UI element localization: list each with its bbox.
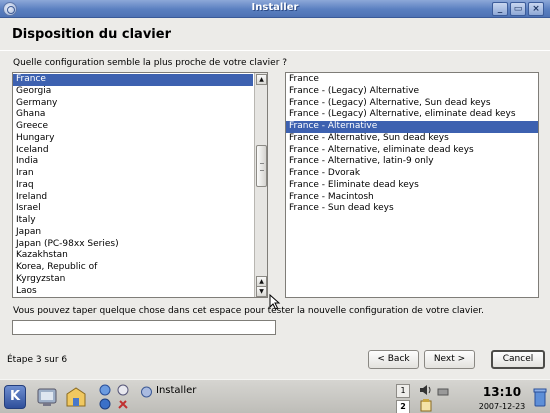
variant-item[interactable]: France - (Legacy) Alternative, eliminate… bbox=[286, 109, 538, 121]
variant-item[interactable]: France bbox=[286, 74, 538, 86]
country-item[interactable]: Georgia bbox=[13, 86, 253, 98]
next-button[interactable]: Next > bbox=[424, 350, 475, 369]
minimize-button[interactable]: _ bbox=[492, 2, 508, 16]
country-item[interactable]: India bbox=[13, 156, 253, 168]
country-item[interactable]: Iran bbox=[13, 168, 253, 180]
variant-list[interactable]: France France - (Legacy) Alternative Franc… bbox=[285, 72, 539, 298]
variant-item[interactable]: France - Alternative bbox=[286, 121, 538, 133]
volume-icon[interactable] bbox=[418, 383, 434, 397]
keyboard-test-input[interactable] bbox=[12, 320, 276, 335]
country-item[interactable]: Japan bbox=[13, 227, 253, 239]
question-label: Quelle configuration semble la plus proc… bbox=[13, 58, 288, 68]
globe-icon[interactable] bbox=[98, 398, 112, 410]
variant-item[interactable]: France - Eliminate dead keys bbox=[286, 180, 538, 192]
header-divider bbox=[0, 50, 550, 51]
country-item[interactable]: Hungary bbox=[13, 133, 253, 145]
country-item[interactable]: Greece bbox=[13, 121, 253, 133]
scrollbar-thumb[interactable] bbox=[256, 145, 267, 187]
kmenu-button[interactable]: K bbox=[4, 385, 26, 409]
page-title: Disposition du clavier bbox=[12, 27, 171, 42]
clipboard-icon[interactable] bbox=[420, 399, 432, 412]
country-item[interactable]: Germany bbox=[13, 98, 253, 110]
installer-icon bbox=[141, 386, 152, 398]
country-list-scrollbar[interactable]: ▲ ▲ ▼ bbox=[254, 73, 267, 297]
country-item[interactable]: Korea, Republic of bbox=[13, 262, 253, 274]
system-icon[interactable] bbox=[36, 387, 58, 407]
taskbar-item-installer[interactable]: Installer bbox=[140, 383, 390, 411]
step-indicator: Étape 3 sur 6 bbox=[7, 355, 68, 365]
trash-icon[interactable] bbox=[533, 387, 547, 407]
country-item[interactable]: Kyrgyzstan bbox=[13, 274, 253, 286]
home-folder-icon[interactable] bbox=[64, 386, 88, 408]
test-hint-label: Vous pouvez taper quelque chose dans cet… bbox=[13, 306, 485, 316]
variant-item[interactable]: France - Sun dead keys bbox=[286, 203, 538, 215]
variant-item[interactable]: France - (Legacy) Alternative, Sun dead … bbox=[286, 98, 538, 110]
country-item[interactable]: Ghana bbox=[13, 109, 253, 121]
variant-item[interactable]: France - Alternative, eliminate dead key… bbox=[286, 145, 538, 157]
taskbar: K Installer 1 2 13:10 2007-12-23 bbox=[0, 379, 550, 413]
variant-item[interactable]: France - Alternative, latin-9 only bbox=[286, 156, 538, 168]
tools-icon[interactable] bbox=[116, 398, 130, 410]
network-icon[interactable] bbox=[436, 383, 450, 397]
window-titlebar: Installer _ ▭ × bbox=[0, 0, 550, 18]
window-title: Installer bbox=[251, 2, 299, 13]
help-icon[interactable] bbox=[116, 384, 130, 396]
country-item[interactable]: Iraq bbox=[13, 180, 253, 192]
country-item[interactable]: Japan (PC-98xx Series) bbox=[13, 239, 253, 251]
konqueror-icon[interactable] bbox=[98, 384, 112, 396]
desktop-2-button[interactable]: 2 bbox=[396, 400, 410, 413]
back-button[interactable]: < Back bbox=[368, 350, 419, 369]
country-list[interactable]: France Georgia Germany Ghana Greece Hungary Ic… bbox=[12, 72, 268, 298]
country-item[interactable]: France bbox=[13, 74, 253, 86]
country-item[interactable]: Israel bbox=[13, 203, 253, 215]
clock-time[interactable]: 13:10 bbox=[462, 385, 542, 399]
variant-item[interactable]: France - Alternative, Sun dead keys bbox=[286, 133, 538, 145]
variant-item[interactable]: France - Macintosh bbox=[286, 192, 538, 204]
scroll-down-arrow-icon[interactable]: ▼ bbox=[256, 286, 267, 297]
taskbar-item-label: Installer bbox=[156, 385, 197, 396]
mouse-cursor-icon bbox=[269, 294, 281, 310]
cancel-button[interactable]: Cancel bbox=[491, 350, 545, 369]
close-button[interactable]: × bbox=[528, 2, 544, 16]
scroll-up-arrow-icon[interactable]: ▲ bbox=[256, 74, 267, 85]
country-item[interactable]: Ireland bbox=[13, 192, 253, 204]
clock-date: 2007-12-23 bbox=[478, 402, 526, 411]
country-item[interactable]: Laos bbox=[13, 286, 253, 298]
country-item[interactable]: Kazakhstan bbox=[13, 250, 253, 262]
maximize-button[interactable]: ▭ bbox=[510, 2, 526, 16]
country-item[interactable]: Iceland bbox=[13, 145, 253, 157]
variant-item[interactable]: France - (Legacy) Alternative bbox=[286, 86, 538, 98]
country-item[interactable]: Italy bbox=[13, 215, 253, 227]
variant-item[interactable]: France - Dvorak bbox=[286, 168, 538, 180]
desktop-1-button[interactable]: 1 bbox=[396, 384, 410, 398]
